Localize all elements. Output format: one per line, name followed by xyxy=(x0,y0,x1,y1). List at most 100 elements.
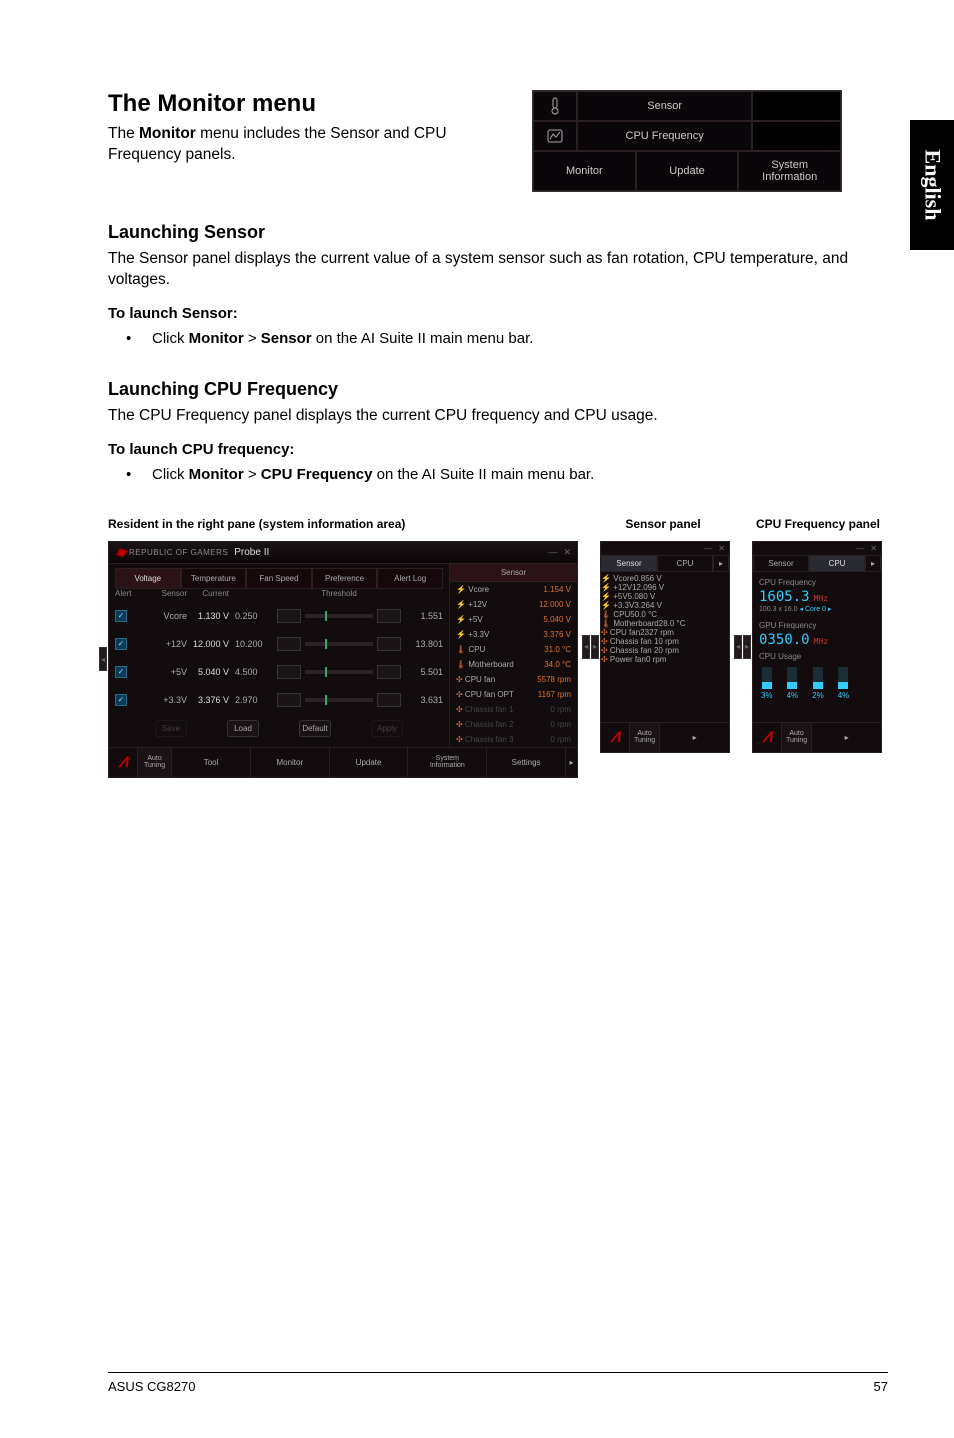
tab-cpu[interactable]: CPU xyxy=(657,555,713,572)
alert-checkbox[interactable]: ✓ xyxy=(115,610,127,622)
tab-alert-log[interactable]: Alert Log xyxy=(377,568,443,589)
sensor-name: ⚡ +5V xyxy=(601,592,628,601)
threshold-slider[interactable] xyxy=(305,614,373,618)
sensor-value: 12.096 V xyxy=(632,583,664,592)
sensor-value: 0 rpm xyxy=(551,735,571,744)
auto-tuning-button[interactable]: Auto Tuning xyxy=(781,723,811,752)
sensor-value: 0 rpm xyxy=(551,720,571,729)
sensor-row: ⚡ +5V5.040 V xyxy=(450,612,577,627)
threshold-low-handle[interactable] xyxy=(277,693,301,707)
threshold-high-handle[interactable] xyxy=(377,637,401,651)
cpu-step: Click Monitor > CPU Frequency on the AI … xyxy=(108,464,888,485)
sensor-value: 12.000 V xyxy=(539,600,571,609)
auto-l2: Tuning xyxy=(144,762,165,769)
page-title: The Monitor menu xyxy=(108,90,508,118)
menu-tab-monitor[interactable]: Monitor xyxy=(533,151,636,191)
tab-sensor[interactable]: Sensor xyxy=(601,555,657,572)
monitor-button[interactable]: Monitor xyxy=(250,748,329,777)
sysinfo-line2: Information xyxy=(762,171,817,183)
fan-icon: ✣ xyxy=(601,646,608,655)
intro-bold: Monitor xyxy=(139,125,196,142)
threshold-slider[interactable] xyxy=(305,670,373,674)
intro-text: The Monitor menu includes the Sensor and… xyxy=(108,124,508,166)
minimize-icon[interactable]: — xyxy=(856,544,864,553)
save-button[interactable]: Save xyxy=(155,720,187,737)
monitor-menu-box: Sensor CPU Frequency Monitor Update Syst… xyxy=(532,90,842,192)
expand-handle-left-2[interactable]: ◂ xyxy=(734,635,742,659)
load-button[interactable]: Load xyxy=(227,720,259,737)
sensor-name: ✣ CPU fan xyxy=(456,675,495,684)
close-icon[interactable]: ✕ xyxy=(718,544,725,553)
fan-icon: ✣ xyxy=(456,675,463,684)
threshold-slider[interactable] xyxy=(305,642,373,646)
tab-cpu[interactable]: CPU xyxy=(809,555,865,572)
alert-checkbox[interactable]: ✓ xyxy=(115,638,127,650)
fan-icon: ✣ xyxy=(456,705,463,714)
settings-button[interactable]: Settings xyxy=(486,748,565,777)
footer-model: ASUS CG8270 xyxy=(108,1379,195,1394)
sensor-name: ⚡ +12V xyxy=(601,583,632,592)
threshold-low-handle[interactable] xyxy=(277,637,301,651)
tab-voltage[interactable]: Voltage xyxy=(115,568,181,589)
col-threshold: Threshold xyxy=(235,589,443,598)
threshold-low-handle[interactable] xyxy=(277,665,301,679)
fan-icon: ✣ xyxy=(601,637,608,646)
threshold-low-handle[interactable] xyxy=(277,609,301,623)
cpu-desc: The CPU Frequency panel displays the cur… xyxy=(108,406,888,427)
tab-sensor[interactable]: Sensor xyxy=(753,555,809,572)
system-information-button[interactable]: System Information xyxy=(407,748,486,777)
expand-handle-left[interactable]: ◂ xyxy=(99,647,107,671)
sensor-value: 31.0 °C xyxy=(544,645,571,654)
tab-fan-speed[interactable]: Fan Speed xyxy=(246,568,312,589)
sensor-value: 2327 rpm xyxy=(640,628,674,637)
col-current: Current xyxy=(187,589,235,598)
threshold-high-handle[interactable] xyxy=(377,665,401,679)
tab-scroll-icon[interactable]: ▸ xyxy=(713,555,729,572)
bolt-icon: ⚡ xyxy=(456,630,466,639)
alert-checkbox[interactable]: ✓ xyxy=(115,694,127,706)
sensor-name: ⚡ +3.3V xyxy=(456,630,489,639)
fan-icon: ✣ xyxy=(456,720,463,729)
expand-handle-left[interactable]: ▸ xyxy=(743,635,751,659)
caption-sensor: Sensor panel xyxy=(578,517,748,531)
menu-item-sensor[interactable]: Sensor xyxy=(577,91,752,121)
temp-icon: 🌡 xyxy=(601,610,611,619)
threshold-high-handle[interactable] xyxy=(377,693,401,707)
right-tab-sensor[interactable]: Sensor xyxy=(450,564,577,582)
default-button[interactable]: Default xyxy=(299,720,331,737)
sensor-row: ⚡ Vcore0.856 V xyxy=(601,574,729,583)
threshold-slider[interactable] xyxy=(305,698,373,702)
voltage-row: ✓+12V12.000 V10.20013.801 xyxy=(115,630,443,658)
tab-temperature[interactable]: Temperature xyxy=(181,568,247,589)
sensor-name: ⚡ +12V xyxy=(456,600,487,609)
menu-tab-system-information[interactable]: System Information xyxy=(738,151,841,191)
more-button[interactable]: ▸ xyxy=(659,723,729,752)
apply-button[interactable]: Apply xyxy=(371,720,403,737)
fan-icon: ✣ xyxy=(456,690,463,699)
tool-button[interactable]: Tool xyxy=(171,748,250,777)
auto-tuning-button[interactable]: Auto Tuning xyxy=(629,723,659,752)
auto-l1: Auto xyxy=(637,730,651,737)
auto-tuning-button[interactable]: Auto Tuning xyxy=(137,748,171,777)
update-button[interactable]: Update xyxy=(329,748,408,777)
threshold-high-handle[interactable] xyxy=(377,609,401,623)
menu-spacer-2 xyxy=(752,121,841,151)
tab-scroll-icon[interactable]: ▸ xyxy=(865,555,881,572)
close-icon[interactable]: ✕ xyxy=(563,547,571,558)
alert-checkbox[interactable]: ✓ xyxy=(115,666,127,678)
expand-handle-left-2[interactable]: ◂ xyxy=(582,635,590,659)
fan-icon: ✣ xyxy=(601,655,608,664)
minimize-icon[interactable]: — xyxy=(704,544,712,553)
sensor-value: 5.040 V xyxy=(543,615,571,624)
menu-item-cpu-frequency[interactable]: CPU Frequency xyxy=(577,121,752,151)
minimize-icon[interactable]: — xyxy=(548,547,557,558)
cpu-launch-label: To launch CPU frequency: xyxy=(108,441,888,458)
menu-tab-update[interactable]: Update xyxy=(636,151,739,191)
usage-bar xyxy=(762,667,772,689)
sysinfo-l1: System xyxy=(436,755,459,762)
close-icon[interactable]: ✕ xyxy=(870,544,877,553)
tab-preference[interactable]: Preference xyxy=(312,568,378,589)
expand-right-icon[interactable]: ▸ xyxy=(565,748,577,777)
more-button[interactable]: ▸ xyxy=(811,723,881,752)
expand-handle-left[interactable]: ▸ xyxy=(591,635,599,659)
